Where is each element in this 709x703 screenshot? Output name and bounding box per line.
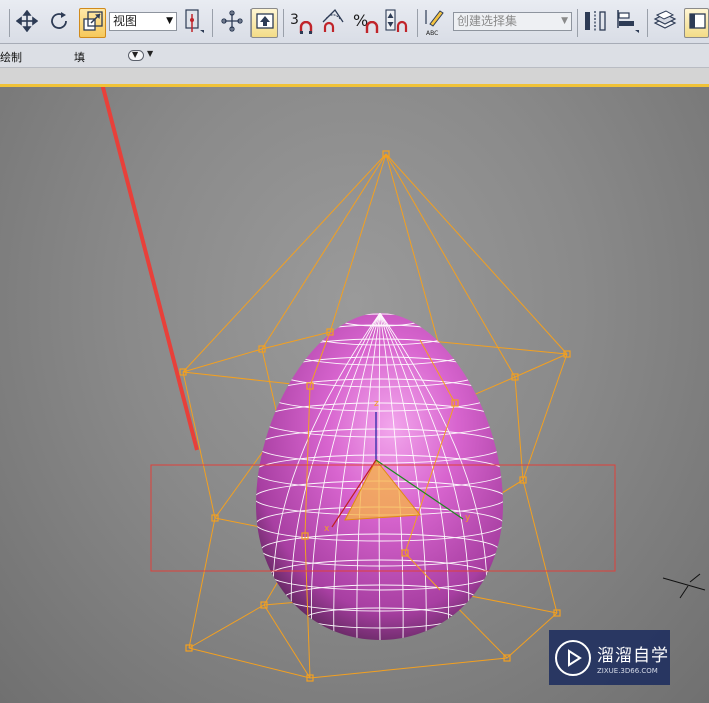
watermark-url: ZIXUE.3D66.COM <box>597 666 658 675</box>
edit-named-selection-button[interactable]: ABC <box>420 8 450 38</box>
ribbon-tab-draw[interactable]: 绘制 <box>0 49 22 65</box>
mirror-icon <box>583 9 607 37</box>
toolbar-separator <box>417 9 418 37</box>
spinner-icon <box>383 8 411 38</box>
keyboard-override-icon <box>255 11 275 35</box>
named-selection-sets-placeholder: 创建选择集 <box>457 14 518 28</box>
scale-tool-button[interactable] <box>79 8 106 38</box>
small-dropdown-arrow-icon[interactable]: ▼ <box>147 49 153 58</box>
abc-label: ABC <box>426 30 439 37</box>
axis-tripod-icon <box>662 573 706 599</box>
scale-icon <box>82 10 104 36</box>
move-tool-button[interactable] <box>14 8 40 38</box>
chevron-down-icon: ▼ <box>132 50 139 59</box>
snaps-toggle-button[interactable]: 3 <box>288 8 316 38</box>
ribbon-icon <box>687 11 707 35</box>
viewport-scene: x y z <box>100 87 706 682</box>
ribbon-panel-strip <box>0 68 709 84</box>
layer-manager-button[interactable] <box>651 8 679 38</box>
rotate-tool-button[interactable] <box>46 8 72 38</box>
align-icon <box>615 8 641 38</box>
chevron-down-icon: ▼ <box>561 16 568 26</box>
angle-snap-toggle-button[interactable] <box>320 8 350 38</box>
named-selection-sets-dropdown[interactable]: 创建选择集 ▼ <box>453 12 572 31</box>
pivot-center-button[interactable] <box>181 8 207 38</box>
svg-text:y: y <box>465 513 471 523</box>
ribbon-tab-fill[interactable]: 填 <box>74 49 85 65</box>
spinner-snap-toggle-button[interactable] <box>382 8 412 38</box>
rotate-icon <box>48 10 70 36</box>
ribbon-tab-bar: 绘制 填 ▼ ▼ <box>0 44 709 68</box>
move-icon <box>15 9 39 36</box>
pivot-center-icon <box>183 8 205 38</box>
toolbar-separator <box>647 9 648 37</box>
main-toolbar: 视图 ▼ 3 % ABC 创建选择集 ▼ <box>0 0 709 44</box>
svg-text:x: x <box>324 524 330 534</box>
manipulate-icon <box>220 9 244 37</box>
svg-text:z: z <box>374 399 379 409</box>
reference-coordinate-dropdown[interactable]: 视图 ▼ <box>109 12 177 31</box>
toolbar-separator <box>212 9 213 37</box>
snap-dimension-label: 3 <box>290 12 299 28</box>
watermark-text: 溜溜自学 ZIXUE.3D66.COM <box>597 641 669 675</box>
toolbar-separator <box>577 9 578 37</box>
toolbar-separator <box>283 9 284 37</box>
align-button[interactable] <box>613 8 643 38</box>
watermark-title: 溜溜自学 <box>597 645 669 666</box>
chevron-down-icon: ▼ <box>166 16 173 26</box>
magnet-icon <box>299 20 313 39</box>
reference-coordinate-value: 视图 <box>113 14 138 28</box>
mirror-button[interactable] <box>581 8 609 38</box>
percent-snap-toggle-button[interactable]: % <box>352 8 380 38</box>
angle-snap-icon <box>321 8 349 38</box>
select-manipulate-button[interactable] <box>218 8 246 38</box>
layers-icon <box>653 9 677 37</box>
ribbon-options-button[interactable]: ▼ <box>128 50 144 61</box>
annotation-arrow <box>100 87 199 451</box>
play-logo-icon <box>555 639 591 676</box>
ribbon-toggle-button[interactable] <box>684 8 709 38</box>
watermark-badge: 溜溜自学 ZIXUE.3D66.COM <box>549 630 670 685</box>
magnet-icon <box>365 20 379 39</box>
toolbar-separator <box>9 9 10 37</box>
perspective-viewport[interactable]: x y z 溜溜自学 ZIXUE.3D66.COM <box>0 87 709 703</box>
toolbar-edge <box>0 8 8 38</box>
keyboard-shortcut-override-button[interactable] <box>251 8 278 38</box>
